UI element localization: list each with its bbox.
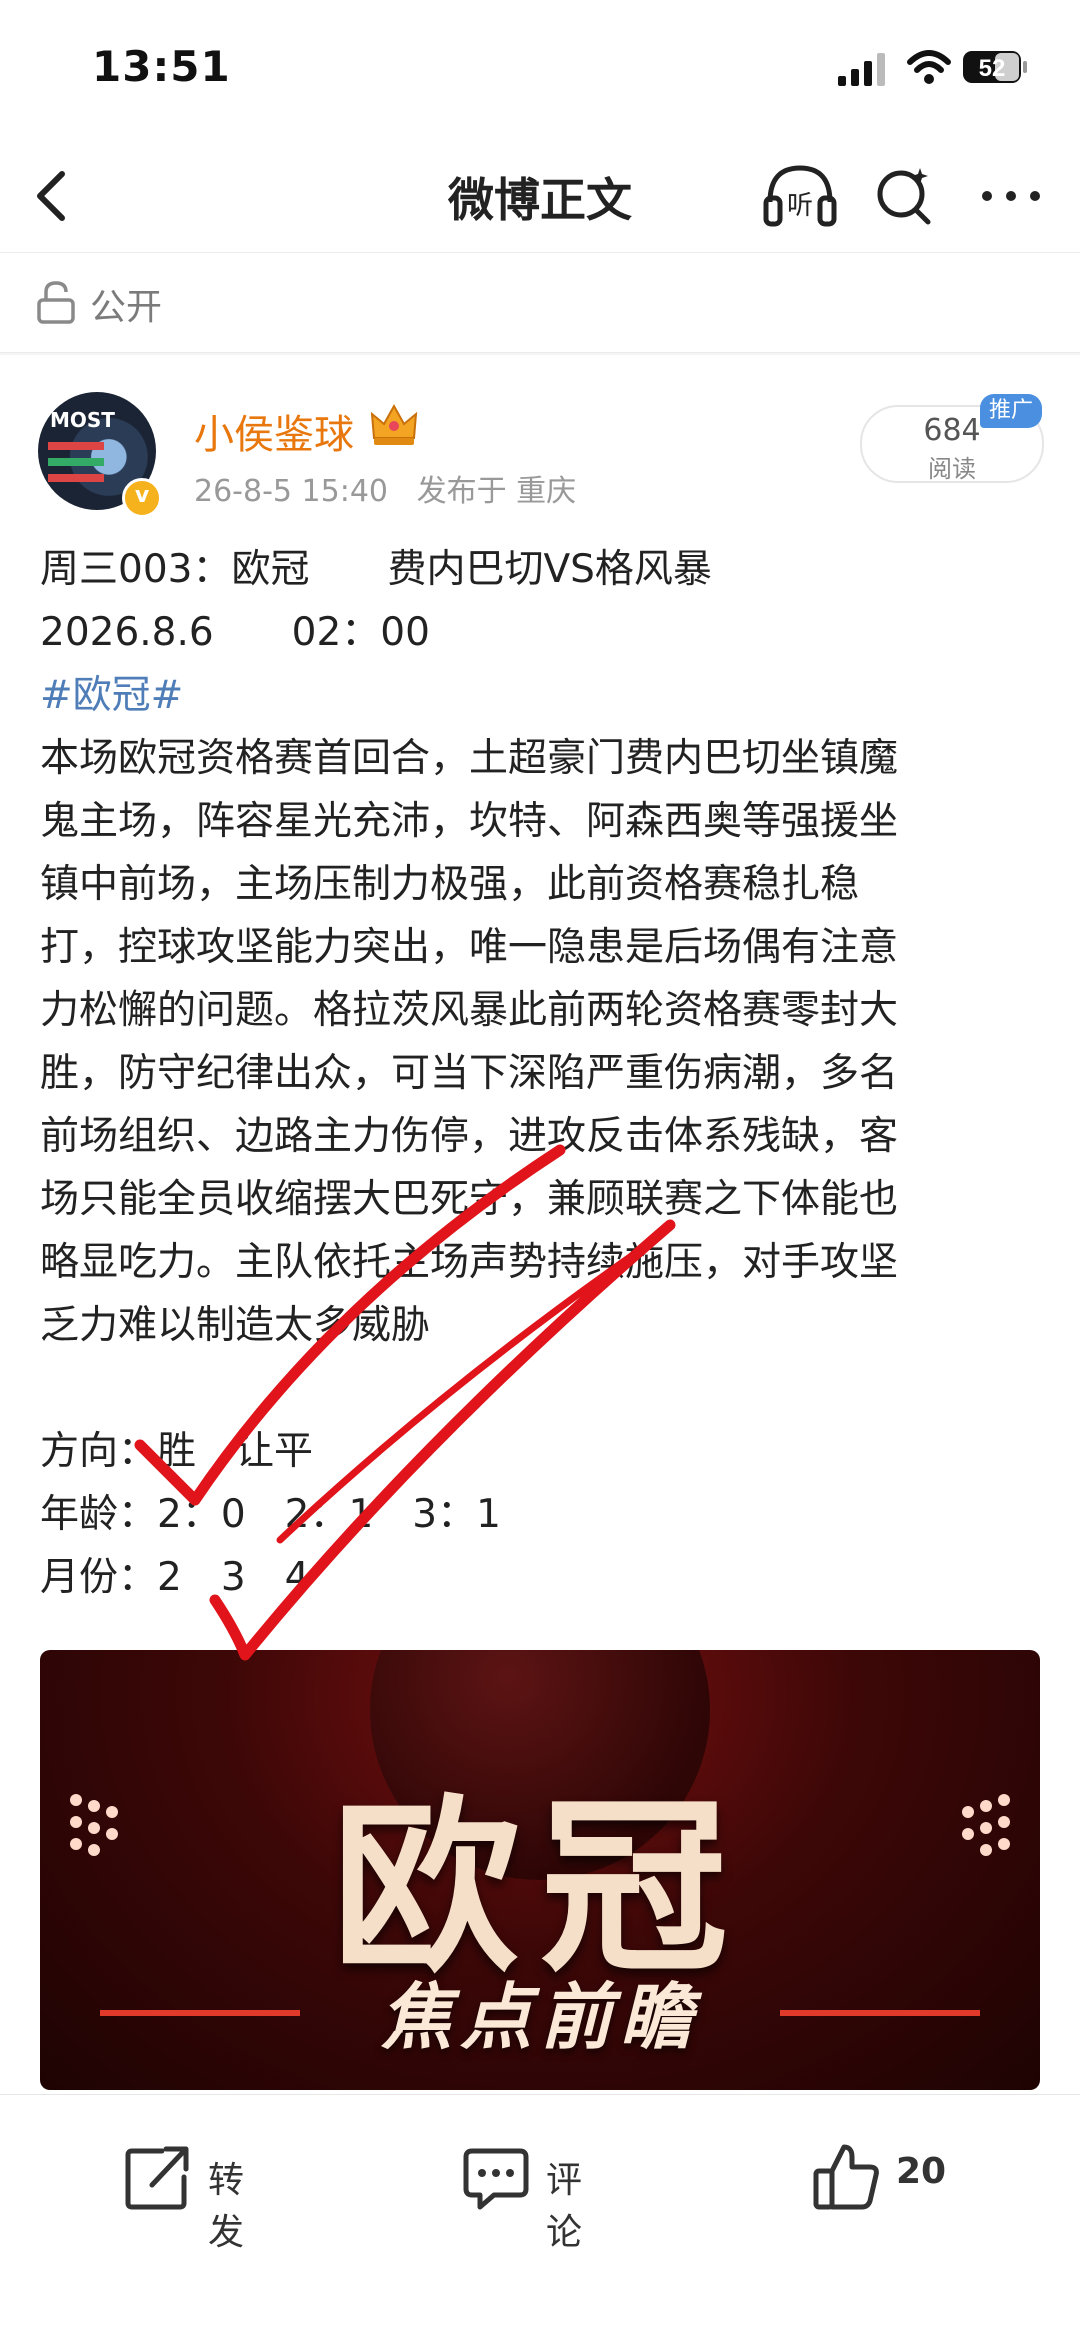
repost-label: 转发 — [208, 2160, 245, 2253]
paragraph-line: 本场欧冠资格赛首回合，土超豪门费内巴切坐镇魔 — [40, 736, 899, 781]
paragraph-line: 胜，防守纪律出众，可当下深陷严重伤病潮，多名 — [40, 1051, 899, 1096]
username[interactable]: 小侯鉴球 — [194, 402, 354, 460]
paragraph-line: 前场组织、边路主力伤停，进攻反击体系残缺，客 — [40, 1114, 899, 1159]
pick-line: 年龄：2：0 2：1 3：1 — [40, 1492, 501, 1537]
visibility-row: 公开 — [0, 252, 1080, 353]
post-meta: 26-8-5 15:40 发布于 重庆 — [194, 466, 576, 510]
paragraph-line: 略显吃力。主队依托主场声势持续施压，对手攻坚 — [40, 1240, 899, 1285]
battery-icon: 52 — [963, 51, 1027, 83]
paragraph-line: 打，控球攻坚能力突出，唯一隐患是后场偶有注意 — [40, 925, 899, 970]
divider — [0, 353, 1080, 355]
listen-label: 听 — [787, 191, 813, 221]
repost-icon — [125, 2146, 189, 2210]
pick-line: 方向：胜 让平 — [40, 1429, 314, 1474]
pick-line: 月份：2 3 4 — [40, 1555, 310, 1600]
match-line: 周三003：欧冠 费内巴切VS格风暴 — [40, 547, 712, 592]
more-options-icon[interactable] — [978, 184, 1044, 208]
paragraph-line: 力松懈的问题。格拉茨风暴此前两轮资格赛零封大 — [40, 988, 899, 1033]
avatar-decoration — [48, 474, 104, 482]
bottom-action-bar: 转发 评论 20 — [0, 2094, 1080, 2338]
crown-badge-icon — [370, 403, 418, 445]
read-label: 阅读 — [928, 455, 976, 483]
wifi-icon — [907, 50, 951, 84]
post-image[interactable]: 欧冠 焦点前瞻 — [40, 1650, 1040, 2090]
unlock-icon — [37, 281, 75, 324]
status-bar: 13:51 52 — [0, 0, 1080, 140]
cellular-signal-icon — [838, 53, 885, 86]
hashtag-link[interactable]: #欧冠# — [40, 664, 1040, 727]
banner-subtitle: 焦点前瞻 — [379, 1975, 700, 2059]
like-count: 20 — [896, 2151, 947, 2192]
post-location: 发布于 重庆 — [416, 474, 577, 509]
visibility-label: 公开 — [90, 287, 163, 328]
search-icon[interactable] — [874, 162, 936, 228]
paragraph-line: 镇中前场，主场压制力极强，此前资格赛稳扎稳 — [40, 862, 860, 907]
verified-badge-icon: v — [122, 478, 162, 518]
avatar-decoration — [48, 442, 104, 450]
paragraph-line: 乏力难以制造太多威胁 — [40, 1303, 431, 1348]
comment-label: 评论 — [546, 2160, 583, 2253]
status-time: 13:51 — [92, 42, 231, 91]
thumbs-up-icon — [813, 2144, 879, 2210]
listen-headphones-icon[interactable]: 听 — [762, 162, 838, 228]
match-time-line: 2026.8.6 02：00 — [40, 610, 430, 655]
paragraph-line: 鬼主场，阵容星光充沛，坎特、阿森西奥等强援坐 — [40, 799, 899, 844]
comment-icon — [463, 2148, 529, 2210]
nav-bar: 微博正文 听 — [0, 140, 1080, 253]
promote-badge[interactable]: 推广 — [980, 394, 1042, 428]
avatar-text: MOST — [50, 408, 115, 432]
battery-level: 52 — [979, 55, 1006, 82]
paragraph-line: 场只能全员收缩摆大巴死守，兼顾联赛之下体能也 — [40, 1177, 899, 1222]
avatar-decoration — [48, 458, 104, 466]
post-body: 周三003：欧冠 费内巴切VS格风暴 2026.8.6 02：00 #欧冠# 本… — [40, 538, 1040, 1609]
post-time: 26-8-5 15:40 — [194, 474, 388, 509]
